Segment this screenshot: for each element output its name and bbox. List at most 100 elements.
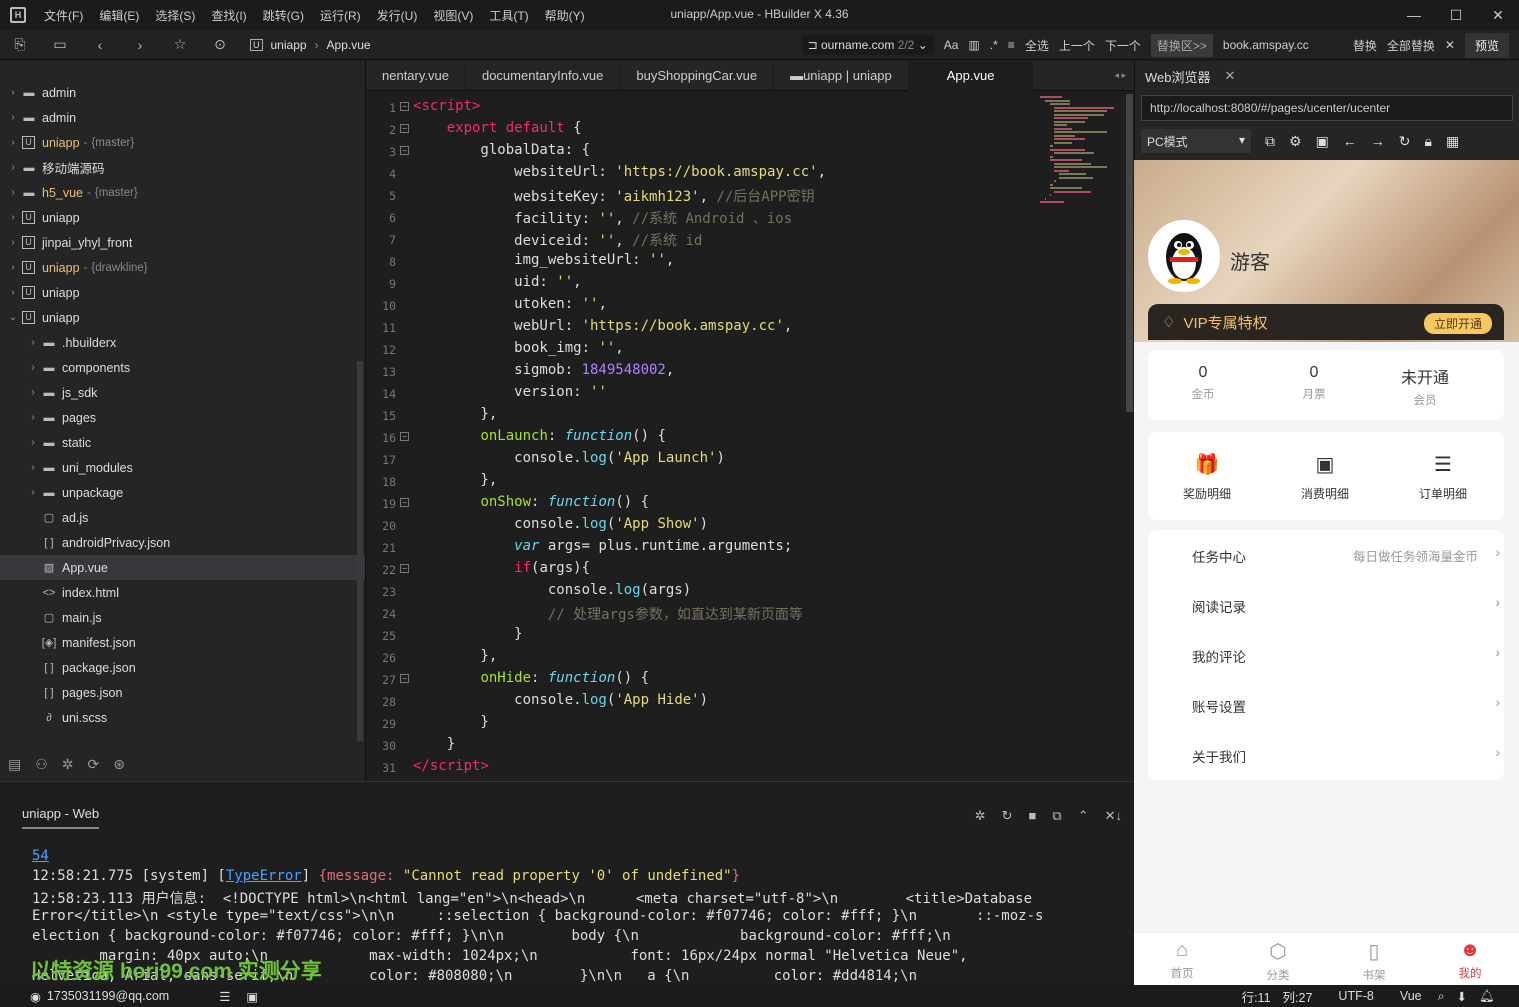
tabbar-item[interactable]: ☻ 我的 <box>1440 939 1500 981</box>
close-find-icon[interactable]: ✕ <box>1445 38 1455 52</box>
prev-button[interactable]: 上一个 <box>1059 37 1095 54</box>
chevron-right-icon[interactable]: › <box>6 287 20 298</box>
editor-scrollbar[interactable] <box>1126 94 1133 412</box>
menu-item[interactable]: 文件(F) <box>36 7 91 24</box>
tree-item[interactable]: › ▬ h5_vue - {master} <box>0 180 365 205</box>
stop-icon[interactable]: ■ <box>1029 808 1037 824</box>
forward-icon[interactable]: › <box>120 37 160 53</box>
restart-icon[interactable]: ↻ <box>1002 808 1013 824</box>
menu-item[interactable]: 跳转(G) <box>255 7 312 24</box>
user-account[interactable]: 1735031199@qq.com <box>47 989 169 1003</box>
encoding[interactable]: UTF-8 <box>1338 989 1373 1003</box>
tabbar-item[interactable]: ▯ 书架 <box>1344 939 1404 983</box>
bell-icon[interactable]: 🔔︎ <box>1479 989 1495 1004</box>
qr-icon[interactable]: ▦ <box>1446 133 1459 150</box>
star-icon[interactable]: ☆ <box>160 36 200 53</box>
editor-tab[interactable]: buyShoppingCar.vue <box>620 60 775 91</box>
replace-input[interactable]: book.amspay.cc <box>1223 38 1343 52</box>
fold-icon[interactable]: − <box>400 124 409 133</box>
line-number[interactable]: 行:11 <box>1242 987 1271 1006</box>
clear-icon[interactable]: ✕↓ <box>1105 808 1122 824</box>
tree-item[interactable]: › Uuniapp - {master} <box>0 130 365 155</box>
git-icon[interactable]: ⟳ <box>88 756 100 773</box>
editor-tab[interactable]: ▬ uniapp | uniapp <box>774 60 909 91</box>
tree-item[interactable]: › Ujinpai_yhyl_front <box>0 230 365 255</box>
tree-item[interactable]: › ▬ admin <box>0 105 365 130</box>
chevron-right-icon[interactable]: › <box>6 237 20 248</box>
chevron-right-icon[interactable]: › <box>6 212 20 223</box>
fold-icon[interactable]: − <box>400 102 409 111</box>
chevron-right-icon[interactable]: › <box>6 137 20 148</box>
language-mode[interactable]: Vue <box>1400 989 1422 1003</box>
replace-area-toggle[interactable]: 替换区>> <box>1150 33 1213 57</box>
menu-item[interactable]: 选择(S) <box>147 7 203 24</box>
replace-all-button[interactable]: 全部替换 <box>1387 37 1435 54</box>
tree-item[interactable]: › Uuniapp - {drawkline} <box>0 255 365 280</box>
menu-item[interactable]: 发行(U) <box>369 7 426 24</box>
plugin-icon[interactable]: ⚇ <box>35 756 48 773</box>
settings-icon[interactable]: ⚙ <box>1289 133 1302 150</box>
word-icon[interactable]: ▥ <box>968 38 979 52</box>
tree-item[interactable]: › ▬ .hbuilderx <box>0 330 365 355</box>
minimize-button[interactable]: — <box>1393 0 1435 30</box>
new-file-icon[interactable]: ⎘ <box>0 36 40 53</box>
chevron-right-icon[interactable]: › <box>26 337 40 348</box>
menu-row[interactable]: 关于我们 › <box>1192 745 1500 766</box>
menu-item[interactable]: 视图(V) <box>425 7 481 24</box>
tabbar-item[interactable]: ⬡ 分类 <box>1248 939 1308 983</box>
menu-item[interactable]: 查找(I) <box>203 7 254 24</box>
tree-item[interactable]: › ▬ js_sdk <box>0 380 365 405</box>
search-status-icon[interactable]: ⌕ <box>1438 989 1445 1004</box>
menu-row[interactable]: 账号设置 › <box>1192 695 1500 716</box>
editor-tab[interactable]: documentaryInfo.vue <box>466 60 621 91</box>
url-input[interactable]: http://localhost:8080/#/pages/ucenter/uc… <box>1141 95 1513 121</box>
chevron-right-icon[interactable]: › <box>26 462 40 473</box>
chevron-right-icon[interactable]: › <box>6 262 20 273</box>
chevron-right-icon[interactable]: › <box>6 187 20 198</box>
chevron-right-icon[interactable]: › <box>26 487 40 498</box>
case-icon[interactable]: Aa <box>944 38 959 52</box>
refresh-icon[interactable]: ↻ <box>1399 133 1411 150</box>
tree-item[interactable]: ▢ ad.js <box>0 505 365 530</box>
tree-item[interactable]: › ▬ static <box>0 430 365 455</box>
forward-arrow-icon[interactable]: → <box>1371 133 1385 149</box>
menu-item[interactable]: 运行(R) <box>312 7 369 24</box>
tree-item[interactable]: › Uuniapp <box>0 205 365 230</box>
tree-item[interactable]: › ▬ components <box>0 355 365 380</box>
back-arrow-icon[interactable]: ← <box>1343 133 1357 149</box>
menu-row[interactable]: 任务中心 每日做任务领海量金币 › <box>1192 545 1500 566</box>
console-tab[interactable]: uniapp - Web <box>22 806 100 829</box>
preview-button[interactable]: 预览 <box>1464 32 1509 58</box>
regex-icon[interactable]: .* <box>990 38 998 52</box>
next-button[interactable]: 下一个 <box>1105 37 1141 54</box>
menu-row[interactable]: 阅读记录 › <box>1192 595 1500 616</box>
entry-item[interactable]: 🎁 奖励明细 <box>1162 452 1252 502</box>
entry-item[interactable]: ▣ 消费明细 <box>1280 452 1370 502</box>
screenshot-icon[interactable]: ⧉ <box>1265 133 1275 150</box>
fold-icon[interactable]: − <box>400 674 409 683</box>
debug-icon[interactable]: ✲ <box>62 756 74 773</box>
download-icon[interactable]: ⬇ <box>1457 989 1467 1004</box>
fold-icon[interactable]: − <box>400 432 409 441</box>
minimap[interactable] <box>1040 96 1114 216</box>
menu-row[interactable]: 我的评论 › <box>1192 645 1500 666</box>
console-icon[interactable]: ▣ <box>1316 133 1329 150</box>
popout-icon[interactable]: ⧉ <box>1052 808 1061 824</box>
select-all-button[interactable]: 全选 <box>1025 37 1049 54</box>
maximize-button[interactable]: ☐ <box>1435 0 1477 30</box>
tree-item[interactable]: <> index.html <box>0 580 365 605</box>
collapse-icon[interactable]: ⌃ <box>1078 808 1089 824</box>
lock-icon[interactable]: 🔒︎ <box>1425 133 1432 150</box>
breadcrumb-project[interactable]: uniapp <box>271 38 307 52</box>
list-icon[interactable]: ☰ <box>219 989 230 1004</box>
fold-icon[interactable]: − <box>400 146 409 155</box>
vip-bar[interactable]: ♢ VIP专属特权 立即开通 <box>1148 304 1504 340</box>
tree-item[interactable]: [◈] manifest.json <box>0 630 365 655</box>
replace-button[interactable]: 替换 <box>1353 37 1377 54</box>
tree-item[interactable]: ▧ App.vue <box>0 555 365 580</box>
tree-item[interactable]: ⌄ Uuniapp <box>0 305 365 330</box>
chevron-down-icon[interactable]: ⌄ <box>6 312 20 323</box>
menu-item[interactable]: 帮助(Y) <box>537 7 593 24</box>
tabbar-item[interactable]: ⌂ 首页 <box>1152 939 1212 981</box>
stat-item[interactable]: 未开通 会员 <box>1375 364 1475 408</box>
